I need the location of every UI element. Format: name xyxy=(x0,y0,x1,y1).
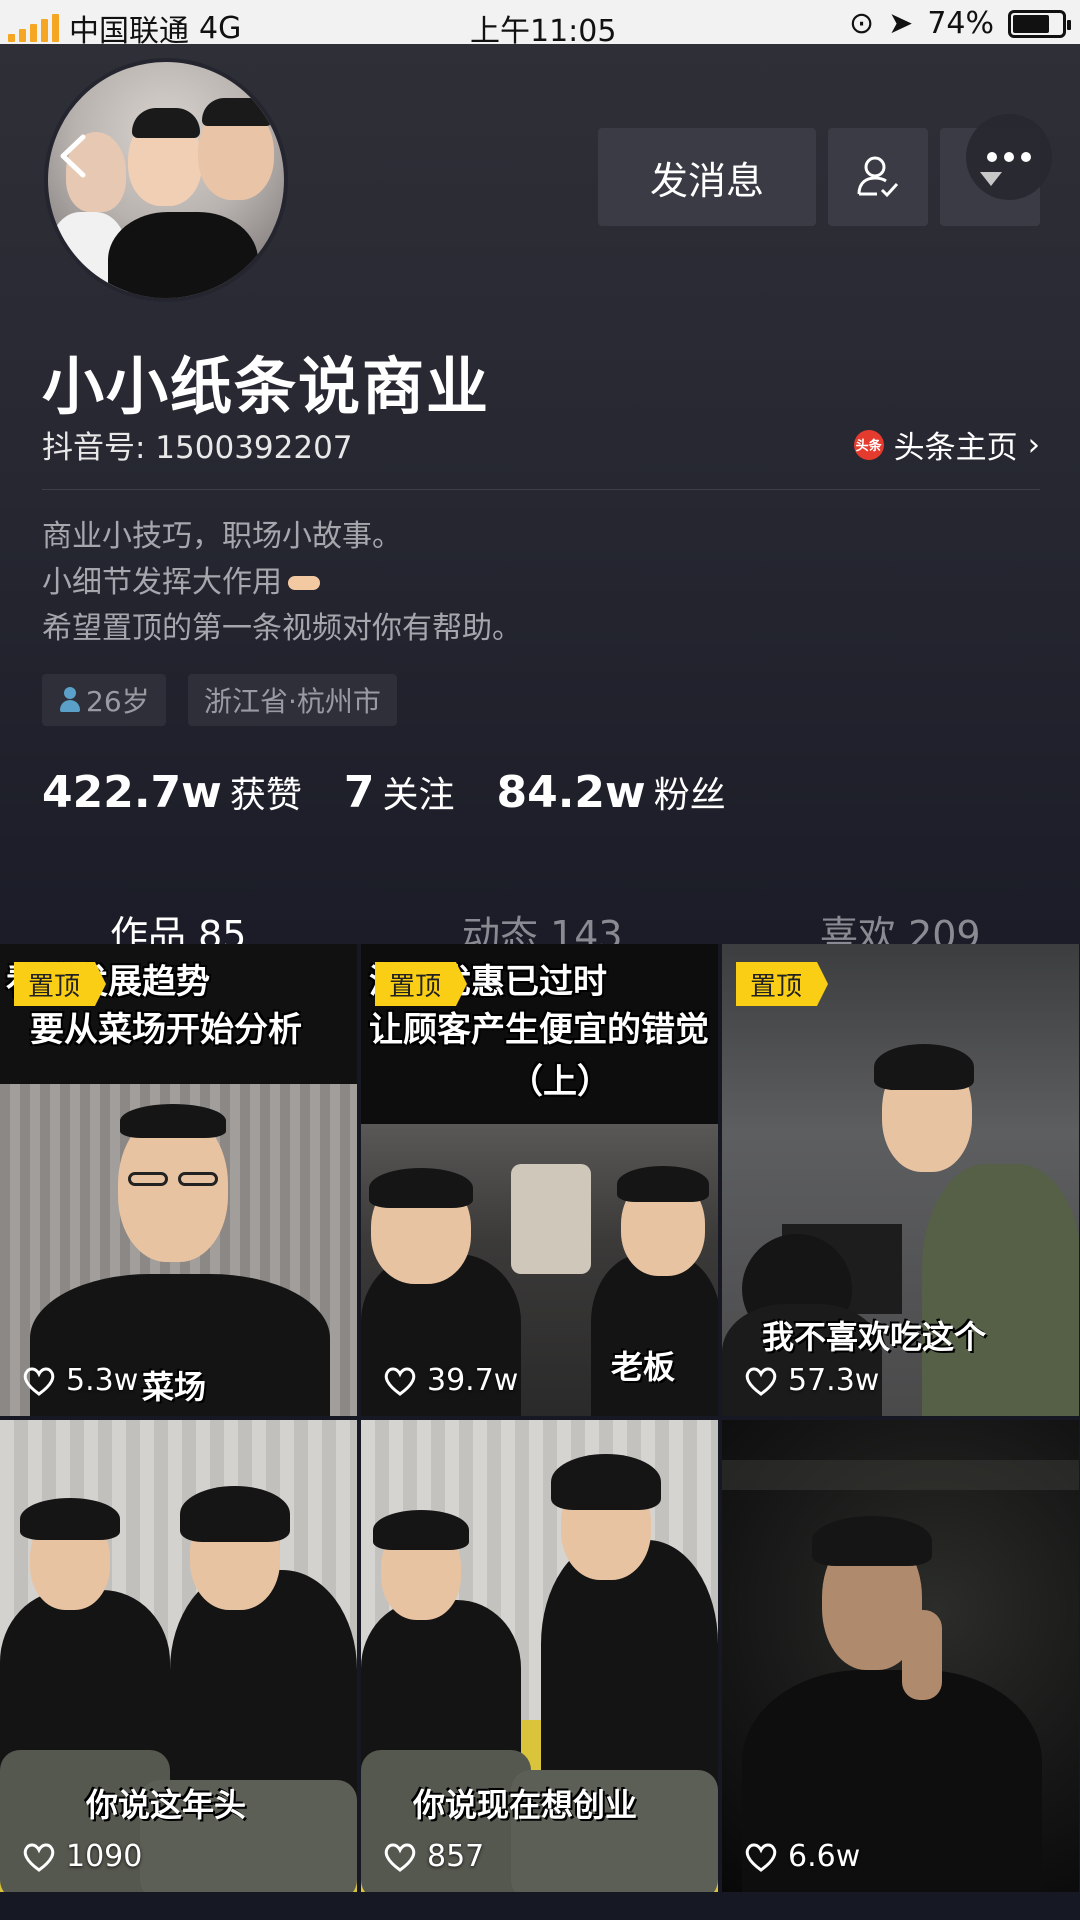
age-label: 26岁 xyxy=(86,685,150,718)
video-tile[interactable]: 你说这年头 1090 xyxy=(0,1420,357,1892)
following-label[interactable]: 关注 xyxy=(382,766,454,818)
video-tile[interactable]: 你说现在想创业 857 xyxy=(361,1420,718,1892)
followers-count[interactable]: 84.2w xyxy=(496,767,645,818)
profile-stats: 422.7w 获赞 7 关注 84.2w 粉丝 xyxy=(42,766,768,818)
age-tag: 26岁 xyxy=(42,674,166,726)
heart-icon xyxy=(745,1367,777,1396)
video-caption: 要从菜场开始分析 xyxy=(30,1010,302,1050)
video-grid: 看的发展趋势 要从菜场开始分析 置顶 菜场 5.3w 满减优惠已过时 让顾客产生… xyxy=(0,944,1080,1920)
pinned-badge: 置顶 xyxy=(375,962,468,1006)
battery-percent: 74% xyxy=(927,6,994,41)
likes-count: 5.3w xyxy=(66,1363,139,1398)
bio-line: 希望置顶的第一条视频对你有帮助。 xyxy=(42,611,522,646)
likes-count: 57.3w xyxy=(788,1363,880,1398)
heart-icon xyxy=(23,1367,55,1396)
signal-icon xyxy=(8,14,59,42)
location-icon: ➤ xyxy=(888,6,914,41)
video-likes: 57.3w xyxy=(744,1363,879,1398)
divider xyxy=(42,489,1040,490)
heart-icon xyxy=(384,1843,416,1872)
video-likes: 857 xyxy=(383,1839,484,1874)
douyin-id: 抖音号: 1500392207 xyxy=(42,430,353,466)
network-label: 4G xyxy=(199,10,242,46)
video-caption: （上） xyxy=(509,1062,611,1102)
heart-icon xyxy=(23,1843,55,1872)
video-tile[interactable]: 看的发展趋势 要从菜场开始分析 置顶 菜场 5.3w xyxy=(0,944,357,1416)
toutiao-homepage-link[interactable]: 头条 头条主页 › xyxy=(853,422,1040,467)
pinned-badge: 置顶 xyxy=(736,962,829,1006)
followed-button[interactable] xyxy=(828,128,928,226)
likes-count: 857 xyxy=(427,1839,485,1874)
battery-icon xyxy=(1008,9,1071,38)
heart-icon xyxy=(745,1843,777,1872)
bio-line: 商业小技巧，职场小故事。 xyxy=(42,519,402,554)
location-tag: 浙江省·杭州市 xyxy=(188,674,397,726)
video-subtitle: 我不喜欢吃这个 xyxy=(762,1318,987,1356)
bio-line: 小细节发挥大作用 xyxy=(42,565,282,600)
person-icon xyxy=(58,687,82,713)
video-subtitle: 菜场 xyxy=(142,1368,207,1406)
video-subtitle: 老板 xyxy=(611,1348,676,1386)
toutiao-label: 头条主页 xyxy=(893,430,1018,466)
rotation-lock-icon: ⊙ xyxy=(849,6,875,41)
profile-name: 小小纸条说商业 xyxy=(42,350,491,423)
video-caption: 让顾客产生便宜的错觉 xyxy=(369,1010,709,1050)
dropdown-triangle-icon xyxy=(980,172,1002,186)
more-icon[interactable] xyxy=(966,114,1052,200)
heart-icon xyxy=(384,1367,416,1396)
following-count[interactable]: 7 xyxy=(344,767,375,818)
followers-label[interactable]: 粉丝 xyxy=(654,766,726,818)
back-button[interactable] xyxy=(48,126,98,186)
likes-count: 1090 xyxy=(66,1839,143,1874)
pointing-hand-icon xyxy=(288,573,328,595)
bio: 商业小技巧，职场小故事。 小细节发挥大作用 希望置顶的第一条视频对你有帮助。 xyxy=(42,514,522,652)
profile-header: 发消息 小小纸条说商业 抖音号: 1500392207 头条 头条主页 › 商业… xyxy=(0,44,1080,986)
likes-count: 422.7w xyxy=(42,767,222,818)
status-bar: 中国联通 4G 上午11:05 ⊙ ➤ 74% xyxy=(0,0,1080,49)
likes-count: 39.7w xyxy=(427,1363,519,1398)
video-subtitle: 你说这年头 xyxy=(86,1786,247,1824)
video-tile[interactable]: 置顶 我不喜欢吃这个 57.3w xyxy=(722,944,1079,1416)
video-likes: 6.6w xyxy=(744,1839,860,1874)
location-label: 浙江省·杭州市 xyxy=(204,685,381,718)
video-likes: 1090 xyxy=(22,1839,142,1874)
send-message-button[interactable]: 发消息 xyxy=(598,128,816,226)
pinned-badge: 置顶 xyxy=(14,962,107,1006)
video-likes: 39.7w xyxy=(383,1363,518,1398)
video-tile[interactable]: 满减优惠已过时 让顾客产生便宜的错觉 （上） 置顶 老板 39.7w xyxy=(361,944,718,1416)
user-check-icon xyxy=(857,156,899,198)
video-subtitle: 你说现在想创业 xyxy=(413,1786,638,1824)
video-likes: 5.3w xyxy=(22,1363,138,1398)
likes-count: 6.6w xyxy=(788,1839,861,1874)
likes-label: 获赞 xyxy=(229,775,302,816)
toutiao-logo-icon: 头条 xyxy=(853,429,884,460)
chevron-left-icon xyxy=(60,134,86,178)
chevron-right-icon: › xyxy=(1027,426,1040,463)
video-tile[interactable]: 6.6w xyxy=(722,1420,1079,1892)
